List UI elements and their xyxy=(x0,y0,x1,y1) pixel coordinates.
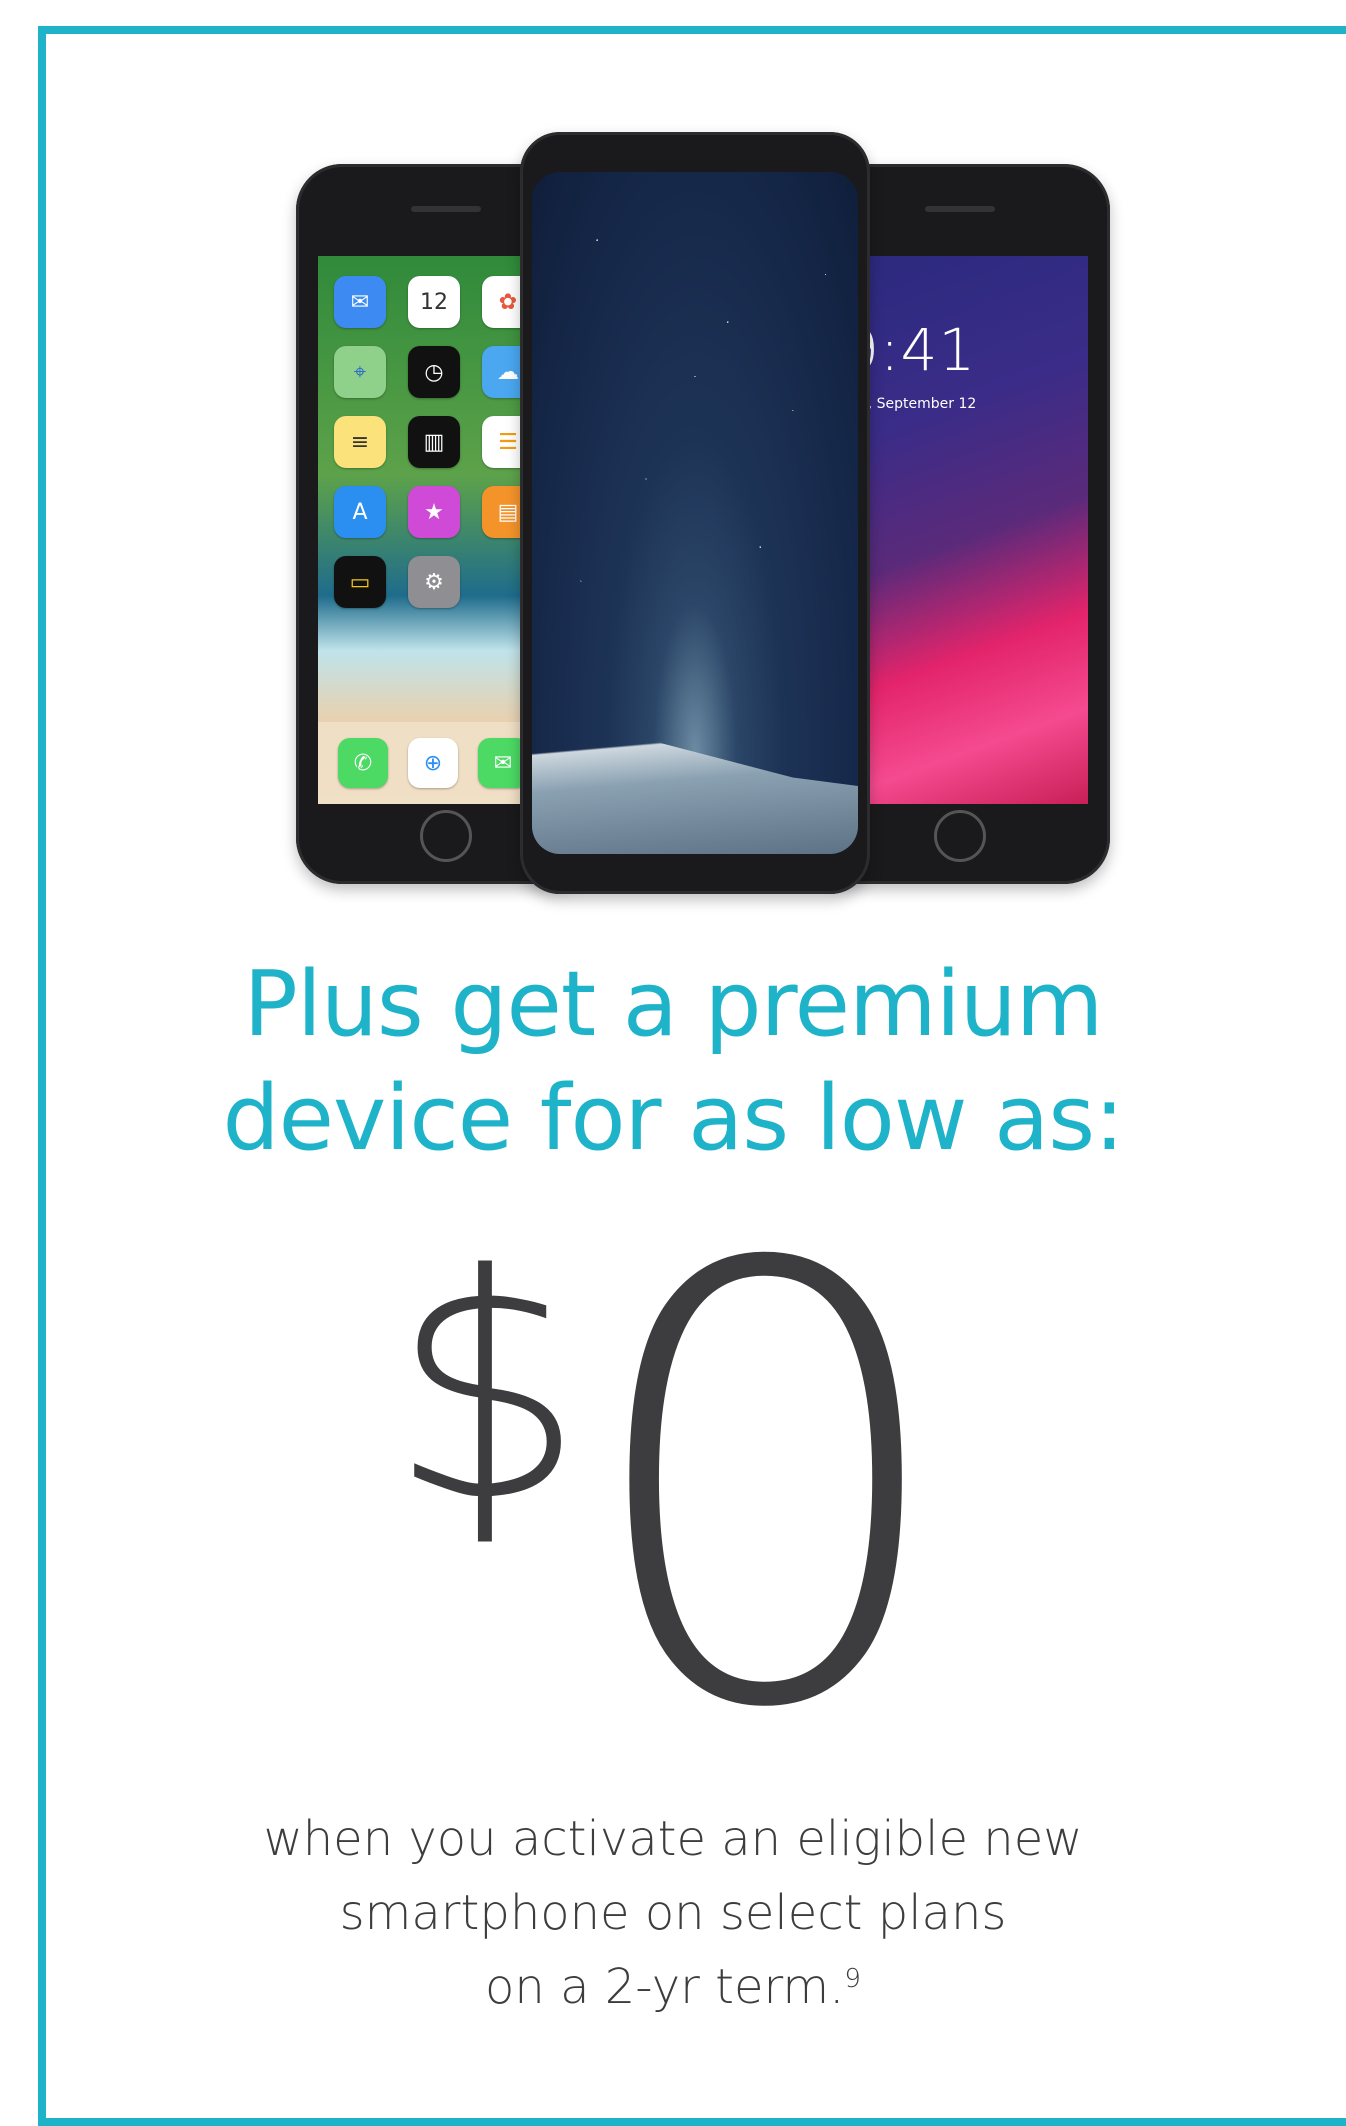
app-store-icon: A xyxy=(334,486,386,538)
offer-terms-line-2: smartphone on select plans xyxy=(339,1885,1007,1941)
phone-icon: ✆ xyxy=(338,738,388,788)
home-button xyxy=(420,810,472,862)
notes-icon: ≡ xyxy=(334,416,386,468)
price-display: $0 xyxy=(0,1140,1346,1839)
offer-terms: when you activate an eligible new smartp… xyxy=(0,1802,1346,2024)
stocks-icon: ▥ xyxy=(408,416,460,468)
clock-icon: ◷ xyxy=(408,346,460,398)
galaxy-s8-center xyxy=(520,132,870,894)
mail-icon: ✉ xyxy=(334,276,386,328)
home-button xyxy=(934,810,986,862)
maps-icon: ⌖ xyxy=(334,346,386,398)
offer-terms-line-1: when you activate an eligible new xyxy=(263,1811,1083,1867)
offer-terms-line-3-wrap: on a 2-yr term.9 xyxy=(0,1950,1346,2024)
safari-icon: ⊕ xyxy=(408,738,458,788)
speaker-grille xyxy=(925,206,995,212)
app-grid: ✉ 12 ✿ ⌖ ◷ ☁ ≡ ▥ ☰ A ★ ▤ ▭ ⚙ xyxy=(334,276,540,608)
headline-line-1: Plus get a premium xyxy=(243,952,1104,1057)
price-amount: 0 xyxy=(575,1140,958,1839)
lock-screen: 9:41 day, September 12 xyxy=(832,256,1088,804)
wallet-icon: ▭ xyxy=(334,556,386,608)
itunes-icon: ★ xyxy=(408,486,460,538)
footnote-marker: 9 xyxy=(844,1964,861,1994)
price-currency: $ xyxy=(388,1209,586,1570)
settings-icon: ⚙ xyxy=(408,556,460,608)
phones-illustration: ✉ 12 ✿ ⌖ ◷ ☁ ≡ ▥ ☰ A ★ ▤ ▭ ⚙ ✆ ⊕ ✉ 9:41 … xyxy=(290,128,1110,898)
calendar-icon: 12 xyxy=(408,276,460,328)
galaxy-screen xyxy=(532,172,858,854)
offer-terms-line-3: on a 2-yr term. xyxy=(485,1959,845,2015)
speaker-grille xyxy=(411,206,481,212)
